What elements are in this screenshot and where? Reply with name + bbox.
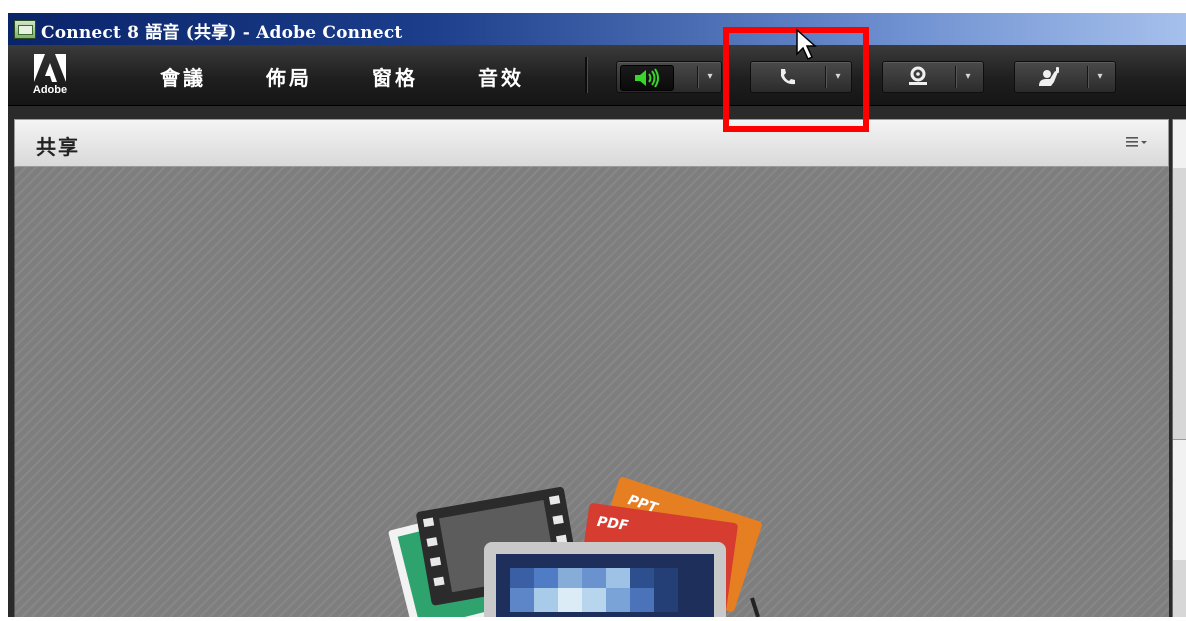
main-toolbar: Adobe 會議 佈局 窗格 音效 ▾ ▾ ▾ ▾: [8, 45, 1186, 106]
speaker-dropdown-icon[interactable]: ▾: [699, 62, 721, 92]
menu-pods[interactable]: 窗格: [372, 62, 418, 91]
right-pod-body: [1173, 439, 1186, 560]
speaker-button[interactable]: [620, 65, 674, 91]
raise-hand-icon: [1039, 67, 1059, 86]
adobe-logo: Adobe: [30, 51, 70, 97]
share-pod-header: 共享: [14, 119, 1169, 167]
share-illustration: PPT PDF: [380, 470, 780, 621]
menu-audio[interactable]: 音效: [478, 62, 524, 91]
title-bar[interactable]: Connect 8 語音 (共享) - Adobe Connect: [8, 13, 1186, 46]
webcam-button-group: ▾: [882, 61, 984, 93]
adobe-logo-icon: [34, 54, 66, 82]
adobe-logo-text: Adobe: [32, 84, 68, 96]
menu-layouts[interactable]: 佈局: [266, 62, 312, 91]
speaker-icon: [635, 68, 659, 88]
webcam-icon: [909, 66, 927, 85]
toolbar-divider: [585, 57, 588, 93]
app-icon: [14, 20, 36, 39]
webcam-dropdown-icon[interactable]: ▾: [957, 62, 979, 92]
status-button-group: ▾: [1014, 61, 1116, 93]
status-dropdown-icon[interactable]: ▾: [1089, 62, 1111, 92]
window-title: Connect 8 語音 (共享) - Adobe Connect: [41, 23, 403, 43]
webcam-button[interactable]: [883, 62, 953, 92]
right-pod-strip: [1172, 119, 1186, 617]
pod-title: 共享: [36, 135, 80, 159]
pod-options-icon[interactable]: [1126, 136, 1148, 152]
menu-meeting[interactable]: 會議: [160, 62, 206, 91]
raise-hand-button[interactable]: [1015, 62, 1085, 92]
mouse-cursor-icon: [795, 28, 821, 66]
speaker-button-group: ▾: [616, 61, 722, 93]
right-pod-header: [1173, 119, 1186, 168]
share-content-icon: PPT PDF: [388, 477, 762, 621]
